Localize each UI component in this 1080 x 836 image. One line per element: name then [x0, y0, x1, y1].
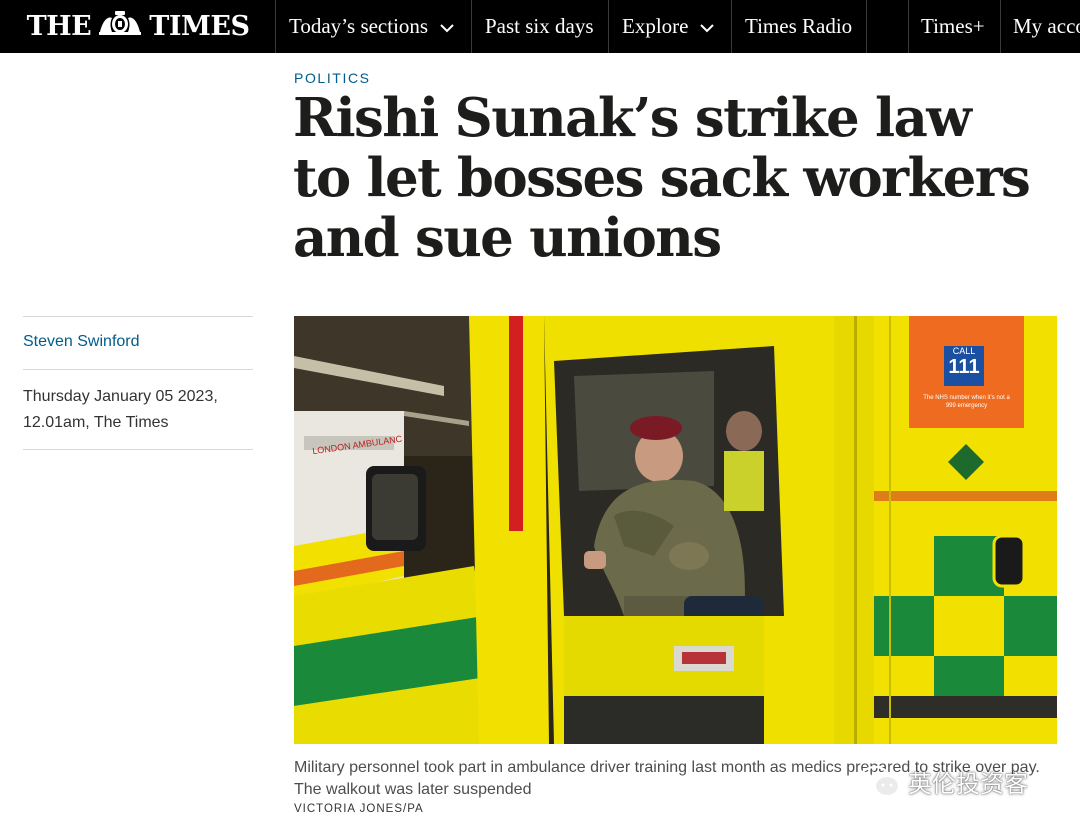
nav-explore-label: Explore	[622, 14, 689, 38]
nav-my-account-label: My acco	[1013, 14, 1080, 38]
nav-times-plus[interactable]: Times+	[921, 0, 985, 53]
publish-date: Thursday January 05 2023,	[23, 388, 218, 405]
nav-divider	[275, 0, 276, 53]
top-navigation-bar: THE TIMES Today’s sections Past six days…	[0, 0, 1080, 53]
byline-divider	[23, 316, 253, 317]
nav-divider	[1000, 0, 1001, 53]
call-number: 111	[948, 356, 980, 378]
call-label: CALL	[952, 346, 976, 356]
call-111-note: The NHS number when it’s not a 999 emerg…	[923, 395, 1010, 409]
nav-past-six-days[interactable]: Past six days	[485, 0, 594, 53]
nav-divider	[731, 0, 732, 53]
nav-past-six-days-label: Past six days	[485, 14, 594, 38]
nav-divider	[908, 0, 909, 53]
nav-explore[interactable]: Explore	[622, 0, 715, 53]
logo-word-the: THE	[26, 11, 92, 42]
nav-times-plus-label: Times+	[921, 14, 985, 38]
logo-word-times: TIMES	[149, 11, 250, 42]
nav-todays-sections-label: Today’s sections	[289, 14, 429, 38]
nav-divider	[608, 0, 609, 53]
chevron-down-icon	[700, 14, 715, 39]
article-photo: CALL 111 The NHS number when it’s not a …	[294, 316, 1057, 744]
section-label[interactable]: POLITICS	[294, 70, 371, 86]
nav-divider	[471, 0, 472, 53]
royal-crest-icon	[97, 10, 143, 43]
times-logo[interactable]: THE TIMES	[0, 0, 276, 53]
nav-times-radio[interactable]: Times Radio	[745, 0, 852, 53]
photo-credit: VICTORIA JONES/PA	[294, 803, 424, 815]
author-link[interactable]: Steven Swinford	[23, 333, 140, 351]
byline-divider	[23, 449, 253, 450]
article-headline: Rishi Sunak’s strike law to let bosses s…	[293, 87, 1031, 269]
wechat-watermark: 英伦投资客	[858, 764, 1028, 799]
nav-times-radio-label: Times Radio	[745, 14, 853, 38]
call-111-sign: CALL 111	[938, 346, 990, 378]
nav-my-account[interactable]: My acco	[1013, 0, 1080, 53]
nav-todays-sections[interactable]: Today’s sections	[289, 0, 454, 53]
publish-time-source: 12.01am, The Times	[23, 414, 169, 431]
watermark-text: 英伦投资客	[908, 770, 1028, 798]
nav-divider	[866, 0, 867, 53]
wechat-icon	[858, 765, 901, 797]
chevron-down-icon	[440, 14, 454, 39]
publish-dateline: Thursday January 05 2023, 12.01am, The T…	[23, 384, 253, 436]
byline-divider	[23, 369, 253, 370]
